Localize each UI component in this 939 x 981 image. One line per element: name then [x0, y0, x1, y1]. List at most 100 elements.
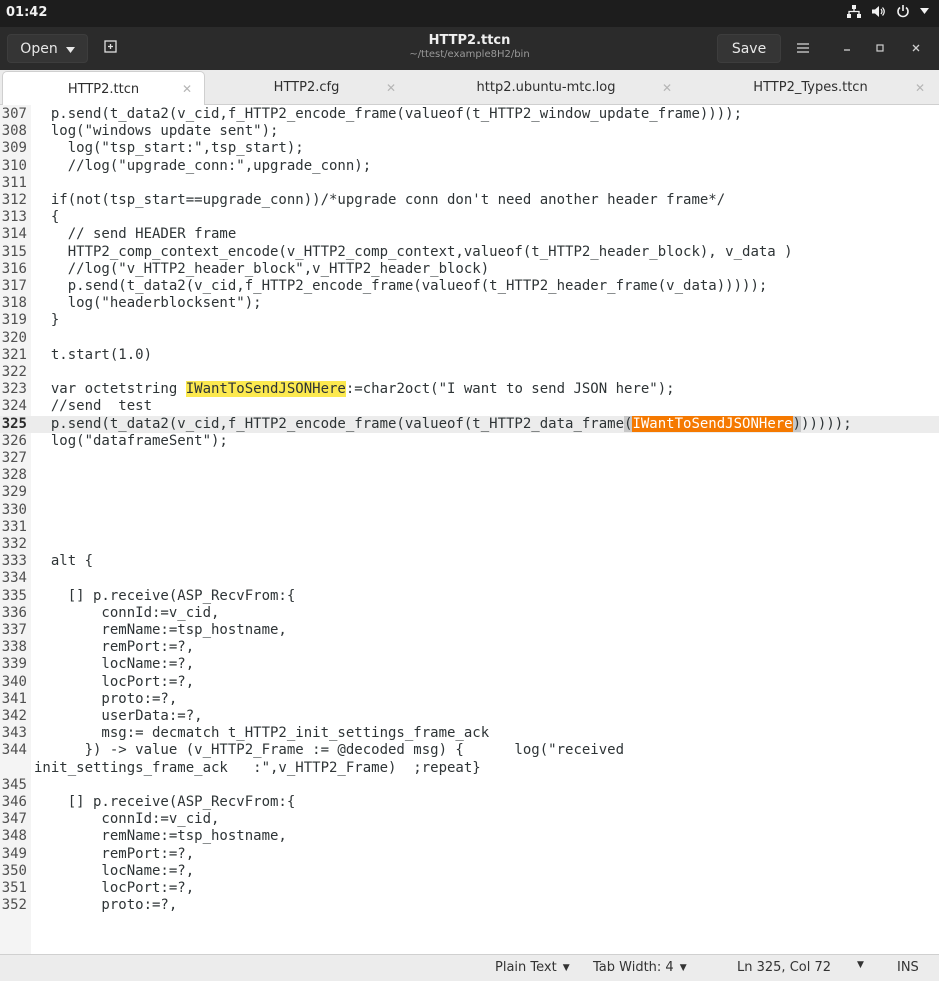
line-text: p.send(t_data2(v_cid,f_HTTP2_encode_fram…: [34, 415, 852, 433]
close-icon[interactable]: ✕: [915, 81, 925, 95]
line-text: locName:=?,: [34, 863, 194, 880]
close-icon[interactable]: ✕: [386, 81, 396, 95]
code-line[interactable]: 314 // send HEADER frame: [0, 226, 939, 243]
hamburger-menu-icon: [797, 41, 809, 57]
code-line[interactable]: 344 }) -> value (v_HTTP2_Frame := @decod…: [0, 742, 939, 759]
text-editor[interactable]: 307 p.send(t_data2(v_cid,f_HTTP2_encode_…: [0, 105, 939, 954]
code-text: p.send(t_data2(v_cid,f_HTTP2_encode_fram…: [34, 106, 743, 122]
chevron-down-icon[interactable]: [920, 8, 929, 14]
code-line[interactable]: 346 [] p.receive(ASP_RecvFrom:{: [0, 794, 939, 811]
code-text: //log("v_HTTP2_header_block",v_HTTP2_hea…: [34, 260, 490, 277]
system-tray[interactable]: [847, 4, 929, 18]
code-line[interactable]: 310 //log("upgrade_conn:",upgrade_conn);: [0, 158, 939, 175]
code-line[interactable]: 343 msg:= decmatch t_HTTP2_init_settings…: [0, 725, 939, 742]
close-icon[interactable]: ✕: [182, 82, 192, 96]
open-button[interactable]: Open: [7, 34, 88, 63]
close-window-button[interactable]: [902, 34, 930, 63]
chevron-down-icon: ▼: [679, 962, 687, 973]
code-line[interactable]: 327: [0, 450, 939, 467]
line-number: 331: [1, 518, 27, 535]
code-line[interactable]: 323 var octetstring IWantToSendJSONHere:…: [0, 381, 939, 398]
cursor-position[interactable]: Ln 325, Col 72: [737, 960, 831, 975]
code-line[interactable]: 338 remPort:=?,: [0, 639, 939, 656]
code-line[interactable]: 347 connId:=v_cid,: [0, 811, 939, 828]
system-top-bar: 01:42: [0, 0, 939, 27]
code-line[interactable]: 315 HTTP2_comp_context_encode(v_HTTP2_co…: [0, 244, 939, 261]
line-number: 316: [1, 260, 27, 277]
tab-label: HTTP2.cfg: [273, 80, 340, 95]
code-line[interactable]: 349 remPort:=?,: [0, 846, 939, 863]
insert-mode-label: INS: [897, 960, 919, 975]
code-line[interactable]: 339 locName:=?,: [0, 656, 939, 673]
code-text: locName:=?,: [34, 862, 195, 879]
new-tab-button[interactable]: [96, 34, 125, 63]
code-line[interactable]: 340 locPort:=?,: [0, 674, 939, 691]
line-number: 336: [1, 604, 27, 621]
code-line[interactable]: 345: [0, 777, 939, 794]
insert-mode[interactable]: INS: [897, 960, 919, 975]
volume-icon[interactable]: [871, 5, 886, 18]
code-line[interactable]: 331: [0, 519, 939, 536]
code-line[interactable]: 317 p.send(t_data2(v_cid,f_HTTP2_encode_…: [0, 278, 939, 295]
clock[interactable]: 01:42: [6, 5, 47, 20]
code-line[interactable]: 336 connId:=v_cid,: [0, 605, 939, 622]
code-line[interactable]: 324 //send test: [0, 398, 939, 415]
line-text: //log("v_HTTP2_header_block",v_HTTP2_hea…: [34, 261, 489, 278]
code-line[interactable]: 351 locPort:=?,: [0, 880, 939, 897]
code-line[interactable]: 322: [0, 364, 939, 381]
code-line[interactable]: 328: [0, 467, 939, 484]
code-line[interactable]: 312 if(not(tsp_start==upgrade_conn))/*up…: [0, 192, 939, 209]
code-line[interactable]: 352 proto:=?,: [0, 897, 939, 914]
line-number: 339: [1, 656, 27, 673]
line-number: 345: [1, 776, 27, 793]
position-menu[interactable]: ▼: [857, 960, 864, 970]
code-line[interactable]: 332: [0, 536, 939, 553]
code-line[interactable]: 307 p.send(t_data2(v_cid,f_HTTP2_encode_…: [0, 106, 939, 123]
tab-width-selector[interactable]: Tab Width: 4 ▼: [593, 960, 687, 975]
code-line[interactable]: 335 [] p.receive(ASP_RecvFrom:{: [0, 588, 939, 605]
code-line[interactable]: 350 locName:=?,: [0, 863, 939, 880]
code-line[interactable]: 333 alt {: [0, 553, 939, 570]
code-line-wrapped[interactable]: init_settings_frame_ack :",v_HTTP2_Frame…: [0, 760, 939, 777]
code-text: proto:=?,: [34, 897, 178, 914]
line-number: 325: [1, 415, 27, 432]
save-button[interactable]: Save: [717, 34, 781, 63]
code-line[interactable]: 325 p.send(t_data2(v_cid,f_HTTP2_encode_…: [0, 415, 939, 433]
code-line[interactable]: 320: [0, 330, 939, 347]
code-line[interactable]: 321 t.start(1.0): [0, 347, 939, 364]
code-line[interactable]: 329: [0, 484, 939, 501]
minimize-button[interactable]: [833, 34, 861, 63]
line-text: p.send(t_data2(v_cid,f_HTTP2_encode_fram…: [34, 278, 768, 295]
line-text: locPort:=?,: [34, 674, 194, 691]
code-line[interactable]: 326 log("dataframeSent");: [0, 433, 939, 450]
code-line[interactable]: 309 log("tsp_start:",tsp_start);: [0, 140, 939, 157]
network-icon[interactable]: [847, 4, 861, 18]
code-line[interactable]: 341 proto:=?,: [0, 691, 939, 708]
code-line[interactable]: 318 log("headerblocksent");: [0, 295, 939, 312]
line-number: 310: [1, 157, 27, 174]
code-line[interactable]: 316 //log("v_HTTP2_header_block",v_HTTP2…: [0, 261, 939, 278]
code-line[interactable]: 308 log("windows update sent");: [0, 123, 939, 140]
code-line[interactable]: 348 remName:=tsp_hostname,: [0, 828, 939, 845]
code-line[interactable]: 334: [0, 570, 939, 587]
code-line[interactable]: 337 remName:=tsp_hostname,: [0, 622, 939, 639]
code-line[interactable]: 311: [0, 175, 939, 192]
tab-http2-cfg[interactable]: HTTP2.cfg ✕: [205, 70, 408, 105]
tab-http2-types-ttcn[interactable]: HTTP2_Types.ttcn ✕: [684, 70, 937, 105]
code-line[interactable]: 342 userData:=?,: [0, 708, 939, 725]
tab-http2-ttcn[interactable]: HTTP2.ttcn ✕: [2, 71, 205, 106]
maximize-button[interactable]: [866, 34, 894, 63]
menu-button[interactable]: [789, 34, 817, 63]
line-text: locPort:=?,: [34, 880, 194, 897]
minimize-icon: [842, 42, 852, 56]
language-selector[interactable]: Plain Text ▼: [495, 960, 570, 975]
power-icon[interactable]: [896, 4, 910, 18]
code-text-tail: :=char2oct("I want to send JSON here");: [345, 381, 675, 398]
code-text: msg:= decmatch t_HTTP2_init_settings_fra…: [34, 725, 490, 742]
close-icon[interactable]: ✕: [662, 81, 672, 95]
tab-http2-ubuntu-mtc-log[interactable]: http2.ubuntu-mtc.log ✕: [408, 70, 684, 105]
code-line[interactable]: 330: [0, 502, 939, 519]
code-line[interactable]: 319 }: [0, 312, 939, 329]
line-number: 349: [1, 845, 27, 862]
code-line[interactable]: 313 {: [0, 209, 939, 226]
